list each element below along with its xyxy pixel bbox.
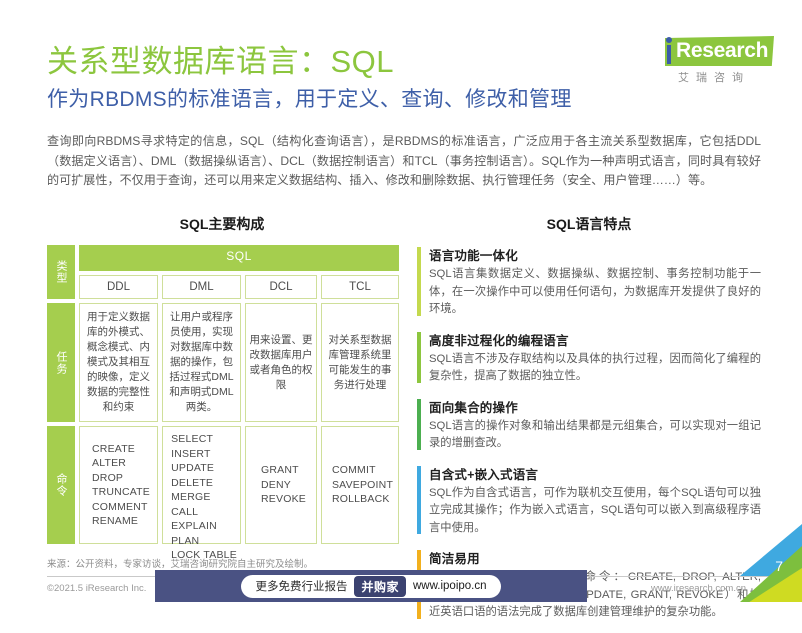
row-label-type: 类型: [47, 245, 75, 299]
feature-title: 语言功能一体化: [429, 249, 518, 263]
feature-title: 面向集合的操作: [429, 400, 518, 415]
iresearch-logo: Research 艾瑞咨询: [646, 36, 774, 86]
feature-title: 简洁易用: [429, 552, 480, 566]
corner-decoration: [740, 524, 802, 602]
logo-wordmark: Research: [676, 39, 769, 62]
right-panel-heading: SQL语言特点: [546, 216, 632, 232]
task-cells: 用于定义数据库的外模式、概念模式、内模式及其相互的映像，定义数据的完整性和约束 …: [79, 303, 399, 422]
feature-title: 高度非过程化的编程语言: [429, 333, 569, 348]
watermark-badge: 并购家: [354, 575, 406, 597]
type-cells: DDL DML DCL TCL: [79, 275, 399, 299]
feature-body: SQL语言集数据定义、数据操纵、数据控制、事务控制功能于一体，在一次操作中可以使…: [429, 268, 761, 315]
feature-accent-bar: [417, 247, 421, 316]
feature-body: SQL语言不涉及存取结构以及具体的执行过程，因而简化了编程的复杂性，提高了数据的…: [429, 352, 761, 383]
page-title: 关系型数据库语言：SQL: [47, 44, 395, 79]
feature-accent-bar: [417, 465, 421, 534]
logo-i-stem-icon: [667, 45, 671, 64]
feature-title: 自含式+嵌入式语言: [429, 467, 539, 482]
watermark-url[interactable]: www.ipoipo.cn: [413, 580, 487, 592]
left-panel-heading: SQL主要构成: [179, 216, 265, 232]
feature-body: SQL作为自含式语言，可作为联机交互使用，每个SQL语句可以独立完成其操作；作为…: [429, 486, 761, 534]
logo-i-dot-icon: [666, 37, 672, 43]
type-cell-dcl: DCL: [245, 275, 317, 299]
watermark-text: 更多免费行业报告: [255, 581, 348, 593]
feature-accent-bar: [417, 331, 421, 383]
task-cell-dml: 让用户或程序员使用，实现对数据库中数据的操作，包括过程式DML和声明式DML两类…: [162, 303, 241, 422]
footer-website: www.iresearch.com.cn: [650, 583, 746, 594]
footer-copyright: ©2021.5 iResearch Inc.: [47, 583, 147, 594]
slide-canvas: 关系型数据库语言：SQL 作为RBDMS的标准语言，用于定义、查询、修改和管理 …: [0, 0, 802, 619]
logo-chinese-name: 艾瑞咨询: [678, 72, 750, 84]
type-cell-tcl: TCL: [321, 275, 399, 299]
type-cell-dml: DML: [162, 275, 241, 299]
table-row: 类型 SQL DDL DML DCL TCL: [47, 245, 399, 299]
feature-item: 高度非过程化的编程语言 SQL语言不涉及存取结构以及具体的执行过程，因而简化了编…: [417, 330, 761, 386]
type-row-cells: SQL DDL DML DCL TCL: [79, 245, 399, 299]
table-row: 任务 用于定义数据库的外模式、概念模式、内模式及其相互的映像，定义数据的完整性和…: [47, 303, 399, 422]
sql-composition-table: 类型 SQL DDL DML DCL TCL 任务 用于定义数据库的外模式、概念…: [47, 245, 399, 561]
feature-accent-bar: [417, 398, 421, 450]
command-cell-dml: SELECT INSERT UPDATE DELETE MERGE CALL E…: [162, 426, 241, 561]
page-number: 7: [775, 558, 783, 574]
watermark-pill: 更多免费行业报告 并购家 www.ipoipo.cn: [241, 574, 501, 598]
command-cell-tcl: COMMIT SAVEPOINT ROLLBACK: [321, 426, 399, 544]
row-label-command: 命令: [47, 426, 75, 544]
row-label-task: 任务: [47, 303, 75, 422]
command-cell-ddl: CREATE ALTER DROP TRUNCATE COMMENT RENAM…: [79, 426, 158, 544]
task-cell-dcl: 用来设置、更改数据库用户或者角色的权限: [245, 303, 317, 422]
sql-banner: SQL: [79, 245, 399, 271]
command-cell-dcl: GRANT DENY REVOKE: [245, 426, 317, 544]
intro-paragraph: 查询即向RBDMS寻求特定的信息，SQL（结构化查询语言），是RBDMS的标准语…: [47, 134, 761, 187]
page-subtitle: 作为RBDMS的标准语言，用于定义、查询、修改和管理: [47, 88, 572, 111]
feature-item: 语言功能一体化 SQL语言集数据定义、数据操纵、数据控制、事务控制功能于一体，在…: [417, 245, 761, 319]
command-cells: CREATE ALTER DROP TRUNCATE COMMENT RENAM…: [79, 426, 399, 561]
feature-item: 面向集合的操作 SQL语言的操作对象和输出结果都是元组集合，可以实现对一组记录的…: [417, 397, 761, 453]
feature-item: 自含式+嵌入式语言 SQL作为自含式语言，可作为联机交互使用，每个SQL语句可以…: [417, 464, 761, 538]
left-panel: SQL主要构成 类型 SQL DDL DML DCL TCL 任务 用于定义数据…: [47, 214, 399, 561]
logo-mark: Research: [646, 36, 774, 66]
source-note: 来源：公开资料，专家访谈，艾瑞咨询研究院自主研究及绘制。: [47, 559, 314, 570]
feature-body: SQL语言的操作对象和输出结果都是元组集合，可以实现对一组记录的增删查改。: [429, 419, 761, 450]
table-row: 命令 CREATE ALTER DROP TRUNCATE COMMENT RE…: [47, 426, 399, 561]
watermark-banner: 更多免费行业报告 并购家 www.ipoipo.cn: [155, 570, 587, 602]
task-cell-tcl: 对关系型数据库管理系统里可能发生的事务进行处理: [321, 303, 399, 422]
task-cell-ddl: 用于定义数据库的外模式、概念模式、内模式及其相互的映像，定义数据的完整性和约束: [79, 303, 158, 422]
type-cell-ddl: DDL: [79, 275, 158, 299]
